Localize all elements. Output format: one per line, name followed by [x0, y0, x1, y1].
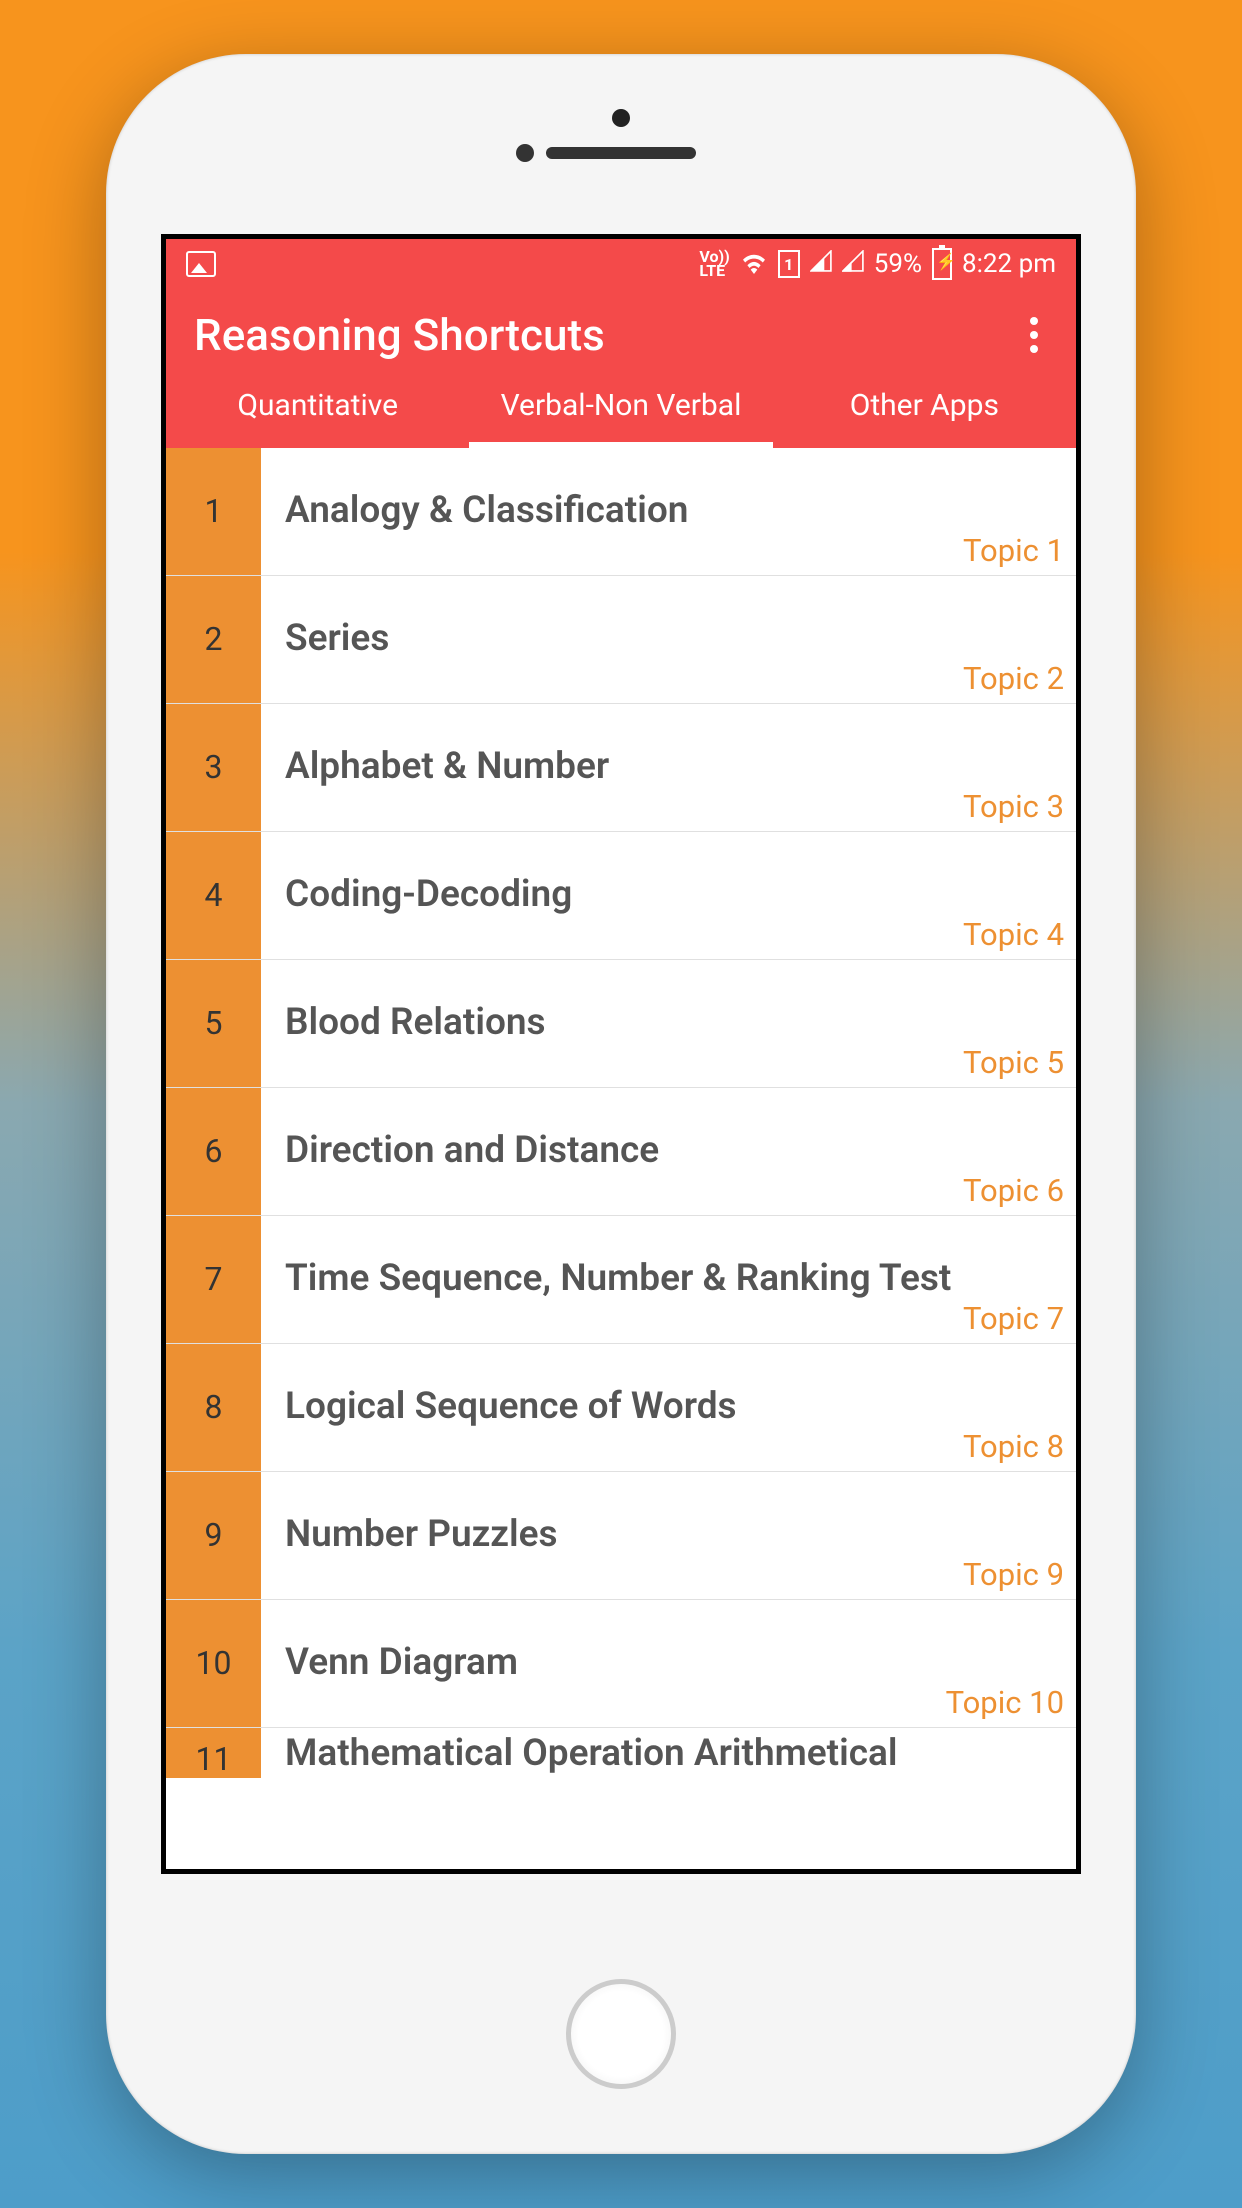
list-item[interactable]: 2 Series Topic 2 [166, 576, 1076, 704]
list-item[interactable]: 8 Logical Sequence of Words Topic 8 [166, 1344, 1076, 1472]
app-header: Reasoning Shortcuts [166, 289, 1076, 363]
tab-other-apps[interactable]: Other Apps [773, 375, 1076, 448]
sensor-dot [612, 109, 630, 127]
row-title: Direction and Distance [285, 1128, 659, 1174]
signal-icon-2 [842, 249, 864, 279]
row-title: Blood Relations [285, 1000, 546, 1046]
row-title: Logical Sequence of Words [285, 1384, 737, 1430]
screen: Vo)) LTE 1 59% 8:22 pm Reasoning Shortcu… [161, 234, 1081, 1874]
signal-icon-1 [810, 249, 832, 279]
row-content: Analogy & Classification Topic 1 [261, 448, 1076, 575]
row-number: 9 [166, 1472, 261, 1599]
row-number: 4 [166, 832, 261, 959]
row-topic-label: Topic 6 [963, 1172, 1064, 1209]
row-topic-label: Topic 1 [963, 532, 1064, 569]
list-item[interactable]: 4 Coding-Decoding Topic 4 [166, 832, 1076, 960]
row-topic-label: Topic 10 [946, 1684, 1064, 1721]
row-title: Venn Diagram [285, 1640, 518, 1686]
row-content: Blood Relations Topic 5 [261, 960, 1076, 1087]
row-number: 7 [166, 1216, 261, 1343]
list-item[interactable]: 9 Number Puzzles Topic 9 [166, 1472, 1076, 1600]
tab-verbal-non-verbal[interactable]: Verbal-Non Verbal [469, 375, 772, 448]
speaker-slot [546, 147, 696, 159]
wifi-icon [740, 248, 768, 281]
row-content: Mathematical Operation Arithmetical [261, 1728, 1076, 1778]
row-number: 5 [166, 960, 261, 1087]
page-title: Reasoning Shortcuts [194, 309, 605, 361]
sim-icon: 1 [778, 250, 800, 278]
row-title: Series [285, 616, 389, 662]
row-number: 8 [166, 1344, 261, 1471]
row-content: Series Topic 2 [261, 576, 1076, 703]
row-number: 3 [166, 704, 261, 831]
row-title: Alphabet & Number [285, 744, 609, 790]
tab-bar: Quantitative Verbal-Non Verbal Other App… [166, 363, 1076, 448]
row-content: Logical Sequence of Words Topic 8 [261, 1344, 1076, 1471]
row-title: Coding-Decoding [285, 872, 572, 918]
battery-pct: 59% [874, 249, 922, 279]
volte-icon: Vo)) LTE [699, 250, 729, 277]
list-item[interactable]: 10 Venn Diagram Topic 10 [166, 1600, 1076, 1728]
row-title: Time Sequence, Number & Ranking Test [285, 1256, 951, 1302]
row-content: Coding-Decoding Topic 4 [261, 832, 1076, 959]
overflow-menu-icon[interactable] [1020, 307, 1048, 363]
list-item[interactable]: 1 Analogy & Classification Topic 1 [166, 448, 1076, 576]
list-item[interactable]: 11 Mathematical Operation Arithmetical [166, 1728, 1076, 1778]
row-content: Number Puzzles Topic 9 [261, 1472, 1076, 1599]
battery-icon [932, 248, 952, 280]
camera-dot [516, 144, 534, 162]
row-topic-label: Topic 2 [963, 660, 1064, 697]
row-title: Mathematical Operation Arithmetical [285, 1731, 897, 1777]
image-notification-icon [186, 251, 216, 277]
row-title: Analogy & Classification [285, 488, 688, 534]
row-content: Time Sequence, Number & Ranking Test Topi… [261, 1216, 1076, 1343]
status-left [186, 251, 216, 277]
topic-list[interactable]: 1 Analogy & Classification Topic 1 2 Series T… [166, 448, 1076, 1870]
row-number: 6 [166, 1088, 261, 1215]
status-right: Vo)) LTE 1 59% 8:22 pm [699, 248, 1056, 281]
list-item[interactable]: 3 Alphabet & Number Topic 3 [166, 704, 1076, 832]
row-topic-label: Topic 7 [963, 1300, 1064, 1337]
row-content: Venn Diagram Topic 10 [261, 1600, 1076, 1727]
row-topic-label: Topic 8 [963, 1428, 1064, 1465]
row-topic-label: Topic 4 [963, 916, 1064, 953]
tab-quantitative[interactable]: Quantitative [166, 375, 469, 448]
row-topic-label: Topic 5 [963, 1044, 1064, 1081]
row-title: Number Puzzles [285, 1512, 558, 1558]
row-content: Direction and Distance Topic 6 [261, 1088, 1076, 1215]
row-content: Alphabet & Number Topic 3 [261, 704, 1076, 831]
list-item[interactable]: 5 Blood Relations Topic 5 [166, 960, 1076, 1088]
home-button[interactable] [566, 1979, 676, 2089]
list-item[interactable]: 7 Time Sequence, Number & Ranking Test Top… [166, 1216, 1076, 1344]
row-number: 10 [166, 1600, 261, 1727]
list-item[interactable]: 6 Direction and Distance Topic 6 [166, 1088, 1076, 1216]
phone-frame: Vo)) LTE 1 59% 8:22 pm Reasoning Shortcu… [106, 54, 1136, 2154]
row-number: 2 [166, 576, 261, 703]
clock-time: 8:22 pm [962, 249, 1056, 279]
row-topic-label: Topic 3 [963, 788, 1064, 825]
row-number: 1 [166, 448, 261, 575]
row-number: 11 [166, 1728, 261, 1778]
row-topic-label: Topic 9 [963, 1556, 1064, 1593]
status-bar: Vo)) LTE 1 59% 8:22 pm [166, 239, 1076, 289]
